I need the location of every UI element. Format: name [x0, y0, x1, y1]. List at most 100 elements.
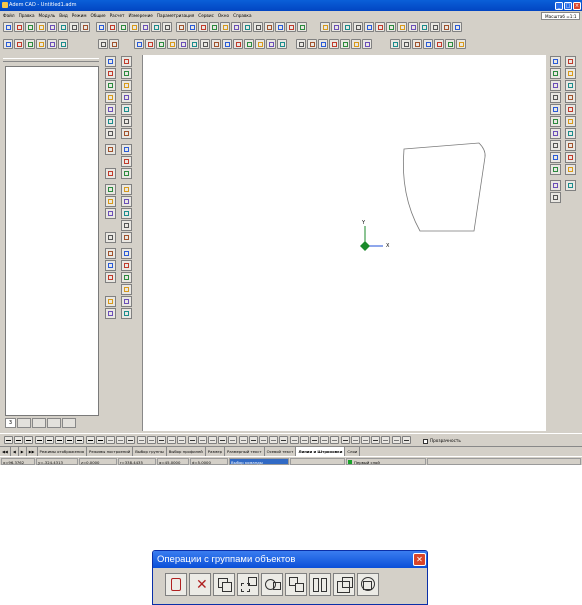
construct-tool-10-0[interactable] [550, 180, 561, 191]
tab-2[interactable]: Выбор группы [133, 447, 167, 456]
menu-item-9[interactable]: Сервис [198, 13, 214, 18]
main-tool-8[interactable] [96, 22, 106, 32]
main-tool-25[interactable] [286, 22, 296, 32]
main-tool-7[interactable] [80, 22, 90, 32]
menu-item-11[interactable]: Справка [233, 13, 251, 18]
draw-tool-9[interactable] [145, 39, 155, 49]
draw-tool-35[interactable] [456, 39, 466, 49]
menu-item-8[interactable]: Параметризация [157, 13, 194, 18]
transparency-checkbox[interactable] [423, 438, 428, 444]
main-tool-33[interactable] [375, 22, 385, 32]
construct-tool-9-1[interactable] [565, 164, 576, 175]
line-style-option-29[interactable] [299, 436, 309, 444]
line-style-option-22[interactable] [228, 436, 238, 444]
draw-tool-34[interactable] [445, 39, 455, 49]
draw-tool-33[interactable] [434, 39, 444, 49]
line-style-option-31[interactable] [320, 436, 330, 444]
menu-item-3[interactable]: Вид [59, 13, 68, 18]
line-style-option-28[interactable] [289, 436, 299, 444]
main-tool-14[interactable] [162, 22, 172, 32]
edit-tool-17-0[interactable] [105, 272, 116, 283]
draw-tool-0[interactable] [3, 39, 13, 49]
edit-tool-17-1[interactable] [121, 272, 132, 283]
menu-item-10[interactable]: Окно [218, 13, 229, 18]
main-tool-15[interactable] [176, 22, 186, 32]
edit-tool-20-1[interactable] [121, 308, 132, 319]
edit-tool-14-0[interactable] [105, 232, 116, 243]
construct-tool-6-1[interactable] [565, 128, 576, 139]
line-style-option-12[interactable] [126, 436, 136, 444]
main-tool-28[interactable] [331, 22, 341, 32]
panel-grip[interactable] [3, 58, 99, 62]
edit-tool-5-1[interactable] [121, 116, 132, 127]
main-tool-26[interactable] [297, 22, 307, 32]
construct-tool-1-0[interactable] [550, 68, 561, 79]
edit-tool-1-0[interactable] [105, 68, 116, 79]
main-tool-40[interactable] [452, 22, 462, 32]
line-style-option-32[interactable] [330, 436, 340, 444]
construct-tool-5-1[interactable] [565, 116, 576, 127]
edit-tool-3-1[interactable] [121, 92, 132, 103]
line-style-option-30[interactable] [310, 436, 319, 444]
edit-tool-4-0[interactable] [105, 104, 116, 115]
construct-tool-4-0[interactable] [550, 104, 561, 115]
menu-item-0[interactable]: Файл [3, 13, 15, 18]
main-tool-39[interactable] [441, 22, 451, 32]
tab-scroll-arrow-icon[interactable]: ◀ [11, 447, 19, 456]
construct-tool-10-1[interactable] [565, 180, 576, 191]
menu-item-1[interactable]: Правка [19, 13, 35, 18]
edit-tool-8-1[interactable] [121, 156, 132, 167]
edit-tool-9-1[interactable] [121, 168, 132, 179]
tab-scroll-arrow-icon[interactable]: ▶ [19, 447, 27, 456]
construct-tool-3-1[interactable] [565, 92, 576, 103]
construct-tool-8-0[interactable] [550, 152, 561, 163]
main-tool-1[interactable] [14, 22, 24, 32]
tab-1[interactable]: Режимы построений [87, 447, 134, 456]
edit-tool-9-0[interactable] [105, 168, 116, 179]
edit-tool-6-1[interactable] [121, 128, 132, 139]
main-tool-38[interactable] [430, 22, 440, 32]
line-style-option-13[interactable] [136, 436, 146, 444]
line-style-option-24[interactable] [248, 436, 258, 444]
main-tool-20[interactable] [231, 22, 241, 32]
line-style-option-38[interactable] [391, 436, 401, 444]
main-tool-6[interactable] [69, 22, 79, 32]
tab-0[interactable]: Режимы отображения [38, 447, 88, 456]
construct-tool-11-0[interactable] [550, 192, 561, 203]
main-tool-30[interactable] [353, 22, 363, 32]
object-tree[interactable] [5, 66, 99, 416]
select-group-button[interactable] [165, 573, 187, 596]
construct-tool-2-1[interactable] [565, 80, 576, 91]
edit-tool-15-0[interactable] [105, 248, 116, 259]
construct-tool-7-0[interactable] [550, 140, 561, 151]
draw-tool-8[interactable] [134, 39, 144, 49]
main-tool-13[interactable] [151, 22, 161, 32]
line-style-option-37[interactable] [381, 436, 391, 444]
line-style-option-19[interactable] [197, 436, 207, 444]
draw-tool-12[interactable] [178, 39, 188, 49]
line-style-option-18[interactable] [187, 436, 197, 444]
line-style-option-3[interactable] [34, 436, 44, 444]
draw-tool-11[interactable] [167, 39, 177, 49]
line-style-option-9[interactable] [95, 436, 105, 444]
line-style-option-5[interactable] [55, 436, 64, 444]
draw-tool-32[interactable] [423, 39, 433, 49]
main-tool-17[interactable] [198, 22, 208, 32]
close-button[interactable]: × [573, 1, 581, 10]
copy-group-button[interactable] [213, 573, 235, 596]
menu-item-5[interactable]: Общие [90, 13, 105, 18]
tab-6[interactable]: Осевой текст [265, 447, 297, 456]
draw-tool-14[interactable] [200, 39, 210, 49]
draw-tool-29[interactable] [390, 39, 400, 49]
draw-tool-21[interactable] [277, 39, 287, 49]
line-style-option-34[interactable] [350, 436, 360, 444]
line-style-option-33[interactable] [340, 436, 350, 444]
draw-tool-28[interactable] [362, 39, 372, 49]
panel-tab-layers-icon[interactable] [17, 418, 31, 428]
status-layer[interactable]: Первый слой [346, 458, 426, 465]
line-style-option-21[interactable] [218, 436, 228, 444]
line-style-option-36[interactable] [371, 436, 381, 444]
draw-tool-6[interactable] [98, 39, 108, 49]
main-tool-5[interactable] [58, 22, 68, 32]
main-tool-22[interactable] [253, 22, 263, 32]
